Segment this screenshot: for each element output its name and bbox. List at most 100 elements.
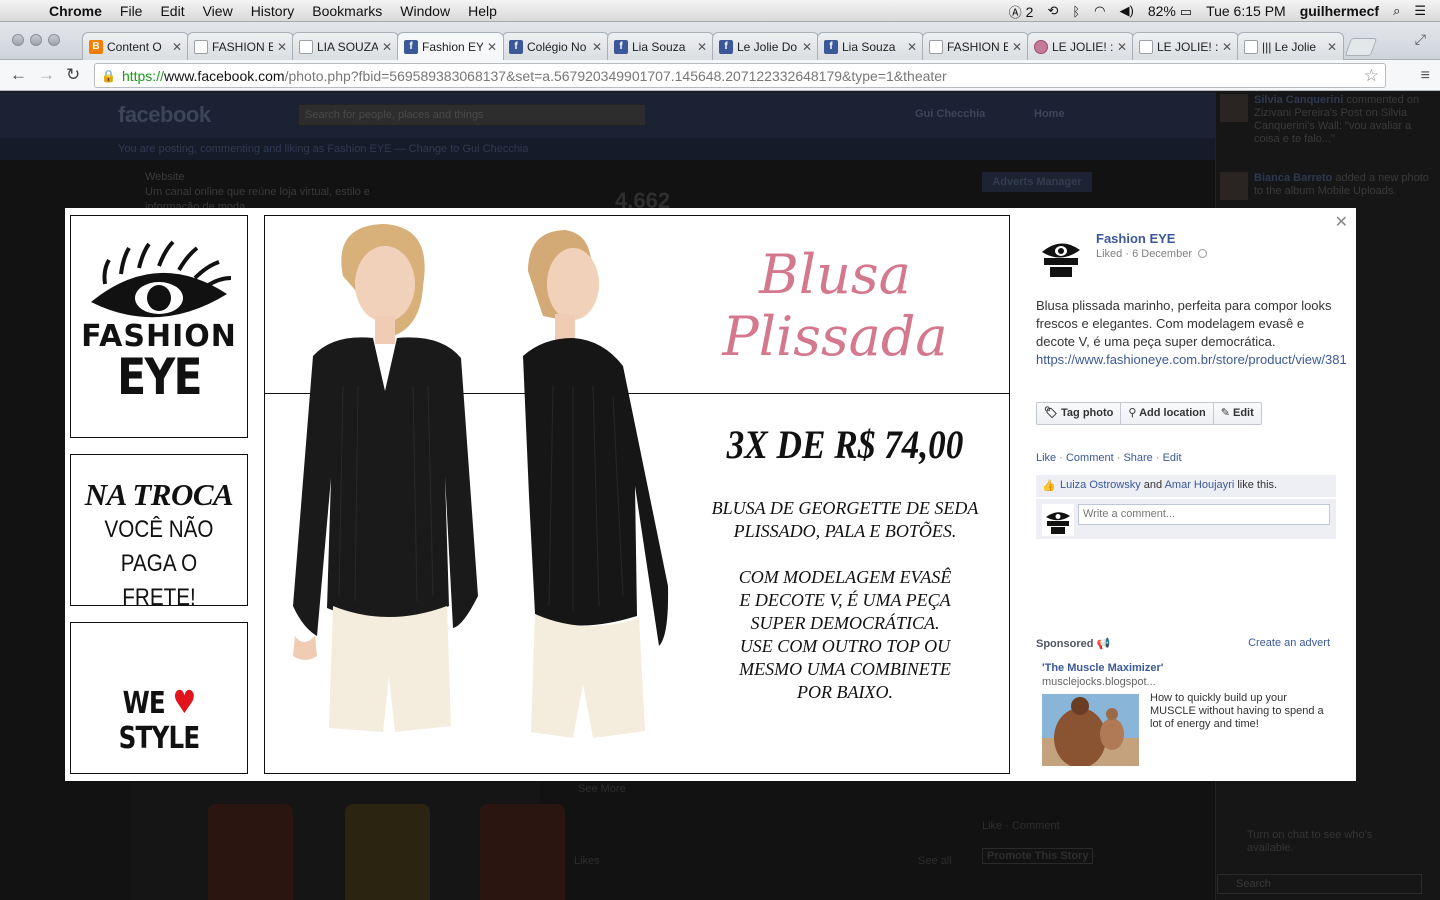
like-comment-links[interactable]: Like · Comment [982,820,1060,832]
tab-colegio[interactable]: f Colégio No ✕ [502,32,609,60]
bookmark-star-icon[interactable]: ☆ [1364,66,1379,86]
lock-icon: 🔒 [101,68,116,83]
menu-history[interactable]: History [242,3,304,19]
close-tab-icon[interactable]: ✕ [1222,40,1232,54]
sponsored-heading: Sponsored 📢 [1036,637,1110,650]
tab-lia-souza-facebook[interactable]: f Lia Souza ✕ [607,32,714,60]
tab-le-jolie-page[interactable]: ||| Le Jolie ✕ [1237,32,1344,60]
tab-fashion-eye-store-2[interactable]: FASHION E ✕ [922,32,1029,60]
tab-le-jolie-store[interactable]: LE JOLIE! :C ✕ [1132,32,1239,60]
ticker-item[interactable]: Bianca Barreto added a new photo to the … [1220,172,1438,200]
caption-text: Blusa plissada marinho, perfeita para co… [1036,298,1332,349]
notification-center-icon[interactable]: ☰ [1414,3,1426,19]
facebook-logo[interactable]: facebook [118,102,211,128]
close-tab-icon[interactable]: ✕ [1117,40,1127,54]
tab-le-jolie-blog[interactable]: LE JOLIE! : ✕ [1027,32,1134,60]
menu-help[interactable]: Help [459,3,506,19]
menu-app-chrome[interactable]: Chrome [40,3,111,19]
page-icon [1244,39,1258,54]
close-tab-icon[interactable]: ✕ [172,40,182,54]
tab-lia-souza-store[interactable]: LIA SOUZA ✕ [292,32,399,60]
page-name-link[interactable]: Fashion EYE [1096,231,1175,246]
background-product-photos [130,782,565,900]
url-host: www.facebook.com [163,67,285,84]
back-arrow-icon[interactable]: ← [10,65,27,85]
menu-file[interactable]: File [111,3,152,19]
minimize-window-button[interactable] [30,34,42,46]
liker-link[interactable]: Luiza Ostrowsky [1060,479,1141,491]
comment-input[interactable]: Write a comment... [1078,504,1330,525]
close-tab-icon[interactable]: ✕ [487,40,497,54]
close-icon[interactable]: ✕ [1335,212,1348,232]
chrome-menu-icon[interactable]: ≡ [1421,67,1430,85]
user-name[interactable]: guilhermecf [1300,3,1379,19]
fullscreen-icon[interactable]: ⤢ [1415,31,1426,48]
promote-story-button[interactable]: Promote This Story [982,848,1094,864]
tab-title: ||| Le Jolie [1262,39,1317,54]
close-tab-icon[interactable]: ✕ [907,40,917,54]
facebook-home-link[interactable]: Home [1034,108,1065,120]
zoom-window-button[interactable] [48,34,60,46]
tab-fashion-eye-facebook[interactable]: f Fashion EY ✕ [397,32,504,60]
battery-status[interactable]: 82% ▭ [1148,3,1192,20]
menu-edit[interactable]: Edit [151,3,193,19]
see-more-link[interactable]: See More [578,783,626,795]
chat-search-input[interactable]: Search [1217,874,1422,894]
forward-arrow-icon[interactable]: → [38,65,55,85]
caption-link[interactable]: https://www.fashioneye.com.br/store/prod… [1036,352,1347,367]
edit-link[interactable]: Edit [1163,452,1182,464]
adobe-status-icon[interactable]: Ⓐ 2 [1009,2,1034,21]
globe-icon[interactable] [1198,249,1207,258]
ad-title-link[interactable]: 'The Muscle Maximizer' [1042,662,1163,674]
menu-window[interactable]: Window [391,3,459,19]
page-icon [929,39,943,54]
close-tab-icon[interactable]: ✕ [1012,40,1022,54]
new-tab-button[interactable] [1344,38,1378,56]
tab-lia-souza-facebook-2[interactable]: f Lia Souza ✕ [817,32,924,60]
menu-view[interactable]: View [194,3,242,19]
address-bar[interactable]: 🔒 https://www.facebook.com/photo.php?fbi… [94,63,1386,88]
desc-line: USE COM OUTRO TOP OU [739,636,951,656]
edit-button[interactable]: ✎ Edit [1214,403,1261,424]
tag-photo-button[interactable]: 🏷 Tag photo [1037,403,1122,424]
close-tab-icon[interactable]: ✕ [382,40,392,54]
banner-description-1: BLUSA DE GEORGETTE DE SEDA PLISSADO, PAL… [695,497,995,543]
comment-link[interactable]: Comment [1066,452,1114,464]
tab-le-jolie-facebook[interactable]: f Le Jolie Do ✕ [712,32,819,60]
time-machine-icon[interactable]: ⟲ [1047,3,1058,19]
liked-date-text[interactable]: Liked · 6 December [1096,248,1192,260]
ad-image[interactable] [1042,694,1139,766]
close-tab-icon[interactable]: ✕ [277,40,287,54]
page-avatar[interactable] [1036,230,1086,280]
close-tab-icon[interactable]: ✕ [592,40,602,54]
facebook-user-link[interactable]: Gui Checchia [915,108,985,120]
banner-description-2: COM MODELAGEM EVASÊ E DECOTE V, É UMA PE… [695,566,995,704]
adverts-manager-button[interactable]: Adverts Manager [982,172,1092,192]
adobe-count: 2 [1025,3,1034,20]
create-advert-link[interactable]: Create an advert [1248,637,1330,649]
tab-fashion-eye-store[interactable]: FASHION E ✕ [187,32,294,60]
liker-link[interactable]: Amar Houjayri [1165,479,1235,491]
facebook-search-input[interactable]: Search for people, places and things [298,104,646,126]
close-tab-icon[interactable]: ✕ [697,40,707,54]
tab-content[interactable]: B Content O ✕ [82,32,189,60]
photo-image[interactable]: FASHION EYE NA TROCA VOCÊ NÃO PAGA O FRE… [65,208,1015,781]
volume-icon[interactable]: ◀) [1120,3,1134,19]
close-tab-icon[interactable]: ✕ [1327,40,1337,54]
reload-icon[interactable]: ↻ [66,65,80,85]
browser-toolbar: ← → ↻ 🔒 https://www.facebook.com/photo.p… [0,60,1440,91]
spotlight-icon[interactable]: ⌕ [1393,3,1400,19]
add-location-button[interactable]: ⚲ Add location [1121,403,1214,424]
menu-bookmarks[interactable]: Bookmarks [303,3,391,19]
like-link[interactable]: Like [1036,452,1056,464]
ticker-item[interactable]: Silvia Canquerini commented on Zizivani … [1220,94,1438,146]
desc-line: BLUSA DE GEORGETTE DE SEDA [711,498,979,518]
wifi-icon[interactable]: ◠ [1094,3,1105,19]
see-all-link[interactable]: See all [918,855,952,867]
window-controls [12,34,60,46]
clock[interactable]: Tue 6:15 PM [1206,3,1286,19]
bluetooth-icon[interactable]: ᛒ [1072,4,1080,19]
close-tab-icon[interactable]: ✕ [802,40,812,54]
share-link[interactable]: Share [1123,452,1152,464]
close-window-button[interactable] [12,34,24,46]
